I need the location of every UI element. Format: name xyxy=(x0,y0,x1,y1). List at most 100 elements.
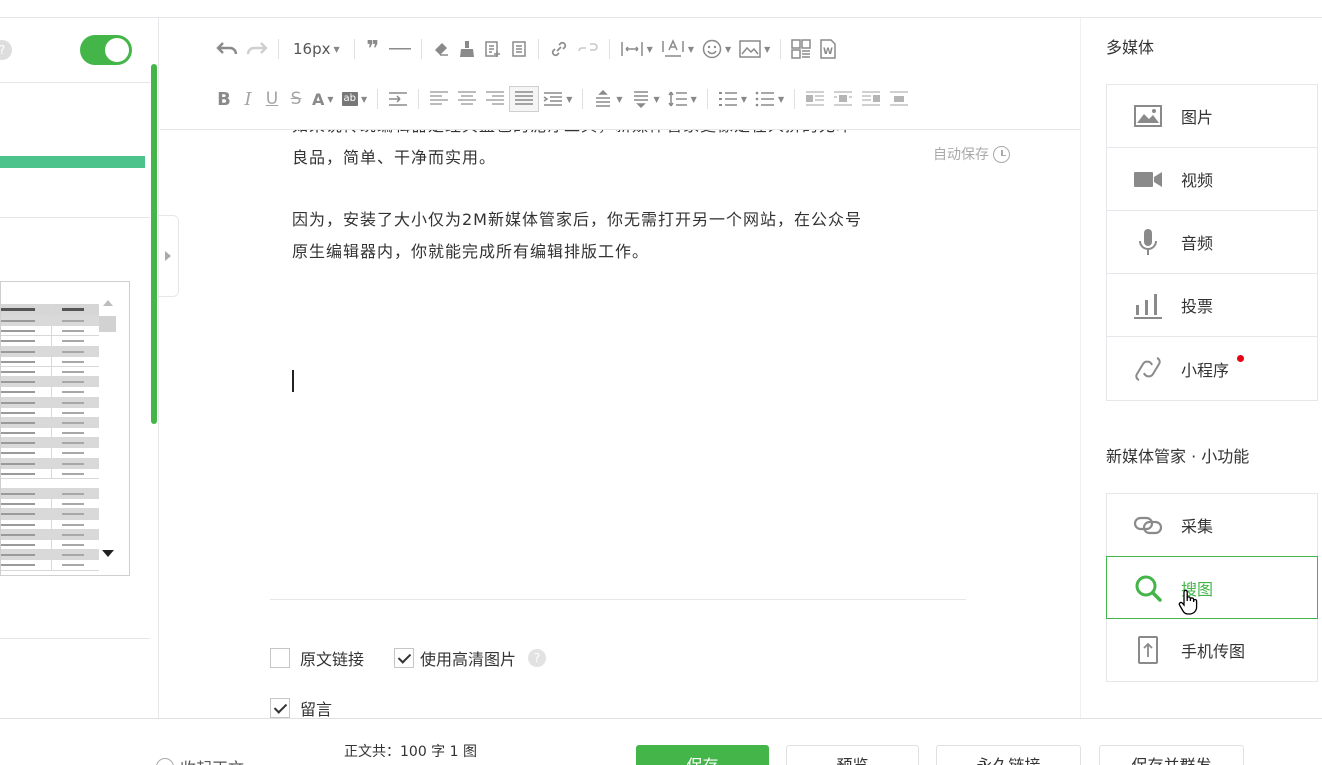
text-cursor xyxy=(292,370,294,392)
redo-icon[interactable] xyxy=(242,36,272,62)
hd-images-checkbox[interactable] xyxy=(394,648,414,668)
save-and-send-button[interactable]: 保存并群发 xyxy=(1099,745,1244,765)
align-left-icon[interactable] xyxy=(425,86,453,112)
media-item-label: 投票 xyxy=(1181,297,1214,316)
chevron-down-icon: ▼ xyxy=(646,44,653,54)
spacing-before-icon[interactable]: ▼ xyxy=(589,86,626,112)
link-icon[interactable] xyxy=(545,36,573,62)
float-right-icon[interactable] xyxy=(857,86,885,112)
unlink-icon[interactable] xyxy=(573,36,603,62)
scroll-up-icon[interactable] xyxy=(103,300,113,306)
svg-text:W: W xyxy=(823,47,833,57)
permanent-link-button[interactable]: 永久链接 xyxy=(936,745,1081,765)
clipped-line: 如果说传统编辑器是经典蓝色的泥泞工具，新媒体管家更像是在人挤的无印 xyxy=(292,128,972,142)
original-link-option[interactable]: 原文链接 xyxy=(270,646,364,670)
align-right-icon[interactable] xyxy=(481,86,509,112)
format-brush-icon[interactable] xyxy=(454,36,480,62)
line-height-icon[interactable]: ▼ xyxy=(664,86,701,112)
layout-grid-icon[interactable] xyxy=(787,36,815,62)
paragraph-spacing-icon[interactable]: ▼ xyxy=(539,86,576,112)
justify-icon[interactable] xyxy=(509,86,540,112)
toolbar-row-2: B I U S A ▼ ab ▼ ▼ ▼ ▼ ▼ ▼ ▼ xyxy=(212,84,913,114)
help-icon[interactable]: ? xyxy=(0,40,12,60)
float-none-icon[interactable] xyxy=(829,86,857,112)
collapse-body-button[interactable]: 收起正文 xyxy=(156,755,244,765)
blockquote-icon[interactable]: ❞ xyxy=(361,36,385,62)
font-color-icon[interactable]: A ▼ xyxy=(308,86,338,112)
horizontal-rule-icon[interactable] xyxy=(385,36,415,62)
ordered-list-icon[interactable]: ▼ xyxy=(714,86,751,112)
bar-chart-icon xyxy=(1133,290,1163,320)
media-list: 图片 视频 音频 投票 小程序 xyxy=(1106,84,1318,401)
paragraph-line: 原生编辑器内，你就能完成所有编辑排版工作。 xyxy=(292,242,650,261)
media-item-audio[interactable]: 音频 xyxy=(1107,211,1317,274)
italic-icon[interactable]: I xyxy=(236,86,260,112)
chevron-down-icon: ▼ xyxy=(724,44,732,54)
save-button[interactable]: 保存 xyxy=(636,745,769,765)
clock-icon xyxy=(993,145,1010,163)
unordered-list-icon[interactable]: ▼ xyxy=(751,86,788,112)
media-item-label: 音频 xyxy=(1181,234,1214,253)
microphone-icon xyxy=(1133,227,1163,257)
media-item-video[interactable]: 视频 xyxy=(1107,148,1317,211)
thumbnail-scrollbar[interactable] xyxy=(99,300,117,570)
eraser-icon[interactable] xyxy=(428,36,454,62)
toggle-switch[interactable] xyxy=(80,35,132,65)
letter-spacing-icon[interactable]: ▼ xyxy=(657,36,698,62)
float-center-icon[interactable] xyxy=(885,86,913,112)
document-icon[interactable] xyxy=(506,36,532,62)
article-body[interactable]: 如果说传统编辑器是经典蓝色的泥泞工具，新媒体管家更像是在人挤的无印 良品，简单、… xyxy=(292,128,972,298)
bold-icon[interactable]: B xyxy=(212,86,236,112)
scroll-handle[interactable] xyxy=(99,316,116,332)
media-item-image[interactable]: 图片 xyxy=(1107,85,1317,148)
collapse-icon xyxy=(156,758,174,765)
media-item-mini-program[interactable]: 小程序 xyxy=(1107,337,1317,400)
chevron-down-icon: ▼ xyxy=(653,94,660,104)
underline-icon[interactable]: U xyxy=(260,86,284,112)
background-color-icon[interactable]: ab ▼ xyxy=(338,86,372,112)
toolbar-separator xyxy=(353,39,355,59)
spreadsheet-thumbnail[interactable] xyxy=(0,281,130,576)
scroll-down-icon[interactable] xyxy=(102,550,114,557)
original-link-label: 原文链接 xyxy=(300,650,365,669)
chevron-down-icon: ▼ xyxy=(690,94,697,104)
chevron-down-icon: ▼ xyxy=(764,44,771,54)
indent-icon[interactable] xyxy=(384,86,412,112)
media-item-vote[interactable]: 投票 xyxy=(1107,274,1317,337)
tool-item-collect[interactable]: 采集 xyxy=(1107,494,1317,557)
editor-toolbar: 16px ▼ ❞ ▼ ▼ ▼ ▼ W B I U S A ▼ ab ▼ ▼ ▼ … xyxy=(160,18,1080,130)
left-panel: ? xyxy=(0,18,159,718)
toolbar-row-1: 16px ▼ ❞ ▼ ▼ ▼ ▼ W xyxy=(212,34,841,64)
original-link-checkbox[interactable] xyxy=(270,648,290,668)
help-icon[interactable]: ? xyxy=(528,649,547,667)
comments-checkbox[interactable] xyxy=(270,698,290,718)
insert-image-icon[interactable]: ▼ xyxy=(735,36,774,62)
hd-images-option[interactable]: 使用高清图片 ? xyxy=(394,646,547,670)
left-panel-scrollbar[interactable] xyxy=(151,64,157,424)
comments-option[interactable]: 留言 xyxy=(270,696,332,720)
spacing-after-icon[interactable]: ▼ xyxy=(627,86,664,112)
tool-item-phone-upload[interactable]: 手机传图 xyxy=(1107,618,1317,681)
toolbar-separator xyxy=(706,89,708,109)
toggle-knob xyxy=(105,38,129,62)
mini-program-icon xyxy=(1133,354,1163,384)
preview-button[interactable]: 预览 xyxy=(786,745,919,765)
paragraph: 因为，安装了大小仅为2M新媒体管家后，你无需打开另一个网站，在公众号 原生编辑器… xyxy=(292,204,972,268)
font-size-select[interactable]: 16px ▼ xyxy=(285,36,348,62)
phone-upload-icon xyxy=(1133,635,1163,665)
tool-item-label: 手机传图 xyxy=(1181,641,1246,661)
tool-item-search-image[interactable]: 搜图 xyxy=(1106,556,1318,619)
progress-bar xyxy=(0,156,145,168)
undo-icon[interactable] xyxy=(212,36,242,62)
word-count: 正文共：100 字 1 图 xyxy=(344,744,477,760)
hd-images-label: 使用高清图片 xyxy=(420,650,517,669)
align-center-icon[interactable] xyxy=(453,86,481,112)
spreadsheet-preview xyxy=(1,304,99,571)
chevron-down-icon: ▼ xyxy=(687,44,694,54)
strikethrough-icon[interactable]: S xyxy=(284,86,308,112)
emoji-icon[interactable]: ▼ xyxy=(698,36,735,62)
float-left-icon[interactable] xyxy=(801,86,829,112)
column-spacing-icon[interactable]: ▼ xyxy=(616,36,657,62)
word-import-icon[interactable]: W xyxy=(815,36,841,62)
insert-template-icon[interactable] xyxy=(480,36,506,62)
